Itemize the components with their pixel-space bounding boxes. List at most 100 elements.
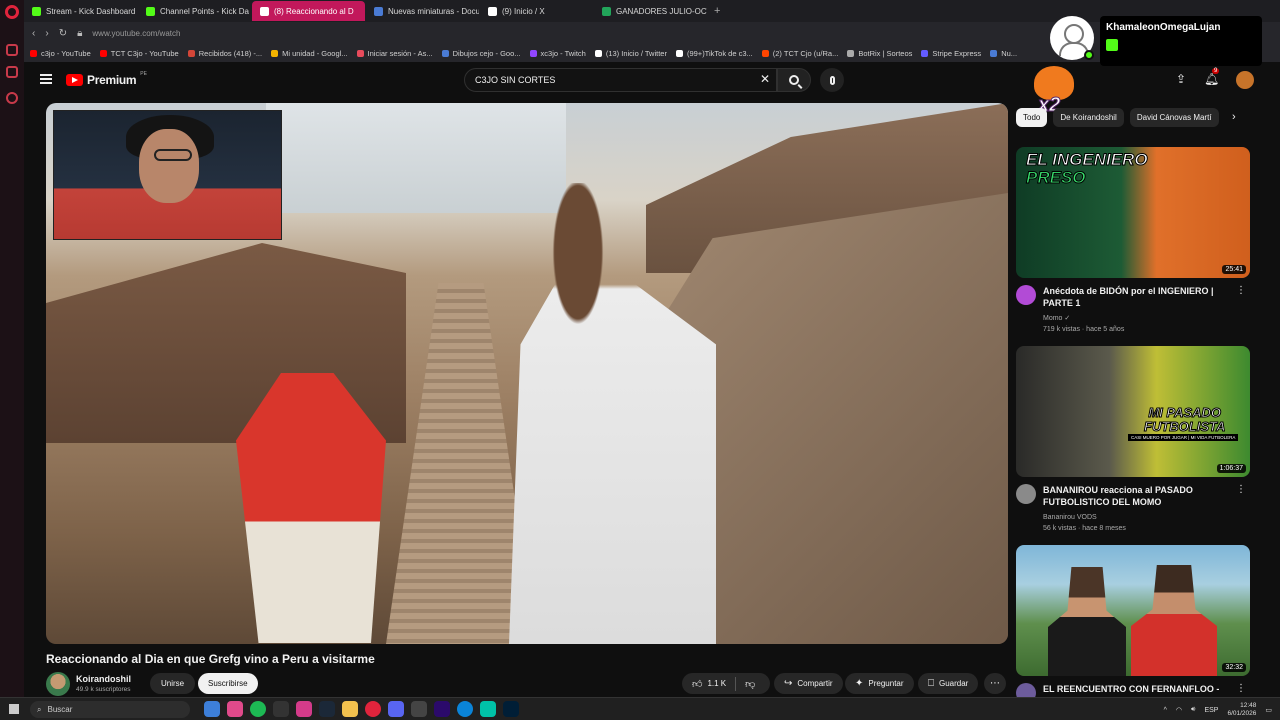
- thumbs-up-icon[interactable]: 👍︎: [692, 678, 702, 690]
- folder-icon[interactable]: [342, 701, 358, 717]
- back-icon[interactable]: ‹: [32, 28, 35, 39]
- upload-icon[interactable]: ⇪: [1176, 72, 1186, 86]
- subscribe-button[interactable]: Suscribirse: [198, 673, 258, 694]
- thumbs-down-icon[interactable]: 👎︎: [745, 678, 755, 690]
- photoshop-icon[interactable]: [503, 701, 519, 717]
- bookmark-item[interactable]: Stripe Express: [921, 49, 981, 58]
- bookmark-item[interactable]: (13) Inicio / Twitter: [594, 49, 667, 58]
- tab-channel-points[interactable]: Channel Points - Kick Da: [138, 1, 251, 21]
- new-tab-button[interactable]: +: [708, 5, 726, 17]
- channel-avatar[interactable]: [1016, 484, 1036, 504]
- tab-google-docs[interactable]: Nuevas miniaturas - Docu: [366, 1, 479, 21]
- clear-search-icon[interactable]: ✕: [760, 72, 770, 86]
- bookmark-item[interactable]: xc3jo - Twitch: [529, 49, 586, 58]
- bookmark-item[interactable]: BotRix | Sorteos: [847, 49, 912, 58]
- youtube-logo[interactable]: Premium PE: [66, 71, 147, 87]
- bookmark-item[interactable]: Recibidos (418) -...: [187, 49, 262, 58]
- video-thumbnail[interactable]: EL INGENIERO PRESO 25:41: [1016, 147, 1250, 278]
- search-button[interactable]: [777, 68, 811, 92]
- recommendation-title[interactable]: Anécdota de BIDÓN por el INGENIERO | PAR…: [1043, 285, 1228, 309]
- recommendation-item[interactable]: EL INGENIERO PRESO 25:41 Anécdota de BIDÓ…: [1016, 147, 1250, 335]
- kick-icon: [32, 6, 41, 16]
- spotify-icon[interactable]: [250, 701, 266, 717]
- tab-kick-dashboard[interactable]: Stream - Kick Dashboard: [24, 1, 137, 21]
- menu-icon[interactable]: [40, 74, 52, 84]
- tab-youtube-video[interactable]: (8) Reaccionando al D: [252, 1, 365, 21]
- thumbnail-text: MI PASADO FUTBOLISTA: [1143, 405, 1226, 434]
- audio-playing-icon: [260, 6, 269, 16]
- url-field[interactable]: www.youtube.com/watch: [92, 29, 180, 38]
- voice-search-button[interactable]: [820, 68, 844, 92]
- app-icon[interactable]: [411, 701, 427, 717]
- bookmark-item[interactable]: Dibujos cejo - Goo...: [441, 49, 521, 58]
- more-options-icon[interactable]: ⋮: [1236, 484, 1246, 495]
- notification-icon[interactable]: ▭: [1265, 706, 1272, 714]
- forward-icon[interactable]: ›: [45, 28, 48, 39]
- bookmark-item[interactable]: (99+)TikTok de c3...: [675, 49, 753, 58]
- clock[interactable]: 12:48 6/01/2026: [1227, 702, 1256, 718]
- whatsapp-icon[interactable]: [6, 92, 18, 104]
- save-button[interactable]: ⎕ Guardar: [918, 673, 979, 694]
- docs-icon: [374, 6, 383, 16]
- channel-avatar[interactable]: [1016, 285, 1036, 305]
- recommendation-item[interactable]: MI PASADO FUTBOLISTA CASI MUERO POR JUGAR…: [1016, 346, 1250, 534]
- opera-logo-icon[interactable]: [5, 5, 19, 19]
- chevron-right-icon[interactable]: ›: [1232, 111, 1236, 123]
- share-button[interactable]: ↪ Compartir: [774, 673, 843, 694]
- bookmark-item[interactable]: (2) TCT Cjo (u/Ra...: [761, 49, 838, 58]
- ask-button[interactable]: ✦ Preguntar: [845, 673, 914, 694]
- recommendation-meta: 719 k vistas · hace 5 años: [1043, 326, 1125, 333]
- taskbar-search[interactable]: ⌕ Buscar: [30, 701, 190, 718]
- discord-icon[interactable]: [388, 701, 404, 717]
- chip-channel[interactable]: De Koirandoshil: [1053, 108, 1124, 127]
- edge-icon[interactable]: [457, 701, 473, 717]
- bookmark-item[interactable]: TCT C3jo - YouTube: [99, 49, 179, 58]
- chip-related[interactable]: David Cánovas Martí: [1129, 108, 1219, 127]
- recommendation-channel[interactable]: Bananirou VODS: [1043, 514, 1097, 521]
- reload-icon[interactable]: ↻: [59, 28, 67, 39]
- bookmark-item[interactable]: c3jo - YouTube: [30, 49, 91, 58]
- app-icon[interactable]: [204, 701, 220, 717]
- video-scene-person-red: [236, 373, 386, 643]
- recommendation-title[interactable]: EL REENCUENTRO CON FERNANFLOO -: [1043, 683, 1228, 695]
- windows-start-icon[interactable]: [9, 704, 19, 714]
- wifi-icon[interactable]: ◠: [1176, 706, 1182, 714]
- app-icon[interactable]: [227, 701, 243, 717]
- app-icon[interactable]: [296, 701, 312, 717]
- aria-icon[interactable]: [6, 44, 18, 56]
- channel-name[interactable]: Koirandoshil: [76, 674, 131, 684]
- recommendation-title[interactable]: BANANIROU reacciona al PASADO FUTBOLISTI…: [1043, 484, 1228, 508]
- channel-avatar[interactable]: [46, 672, 70, 696]
- bookmark-favicon-icon: [990, 49, 998, 57]
- recommendation-channel[interactable]: Momo: [1043, 315, 1062, 322]
- more-actions-button[interactable]: ⋯: [984, 673, 1006, 694]
- bookmark-favicon-icon: [761, 49, 769, 57]
- chevron-up-icon[interactable]: ^: [1164, 707, 1167, 714]
- tab-sheets[interactable]: GANADORES JULIO-OCT: [594, 1, 707, 21]
- join-button[interactable]: Unirse: [150, 673, 196, 694]
- bookmark-item[interactable]: Iniciar sesión - As...: [356, 49, 433, 58]
- capcut-icon[interactable]: [480, 701, 496, 717]
- video-thumbnail[interactable]: 32:32: [1016, 545, 1250, 676]
- more-options-icon[interactable]: ⋮: [1236, 683, 1246, 694]
- video-thumbnail[interactable]: MI PASADO FUTBOLISTA CASI MUERO POR JUGAR…: [1016, 346, 1250, 477]
- search-input[interactable]: C3JO SIN CORTES: [464, 68, 777, 92]
- tab-x-home[interactable]: (9) Inicio / X: [480, 1, 593, 21]
- like-count[interactable]: 1.1 K: [707, 679, 726, 688]
- chip-all[interactable]: Todo: [1016, 108, 1048, 127]
- epic-icon[interactable]: [273, 701, 289, 717]
- opera-icon[interactable]: [365, 701, 381, 717]
- bookmark-item[interactable]: Mi unidad - Googl...: [271, 49, 348, 58]
- account-avatar[interactable]: [1236, 71, 1254, 89]
- volume-icon[interactable]: 🔊︎: [1191, 706, 1195, 714]
- recommendation-item[interactable]: 32:32 EL REENCUENTRO CON FERNANFLOO - ⋮: [1016, 545, 1250, 703]
- premiere-icon[interactable]: [434, 701, 450, 717]
- more-options-icon[interactable]: ⋮: [1236, 285, 1246, 296]
- bell-icon[interactable]: 🔔︎: [1204, 72, 1219, 86]
- sparkle-icon: ✦: [855, 678, 864, 689]
- bookmark-item[interactable]: Nu...: [990, 49, 1017, 58]
- language-indicator[interactable]: ESP: [1204, 707, 1218, 714]
- taskbar: ⌕ Buscar ^ ◠ 🔊︎ ESP 12:48 6/01/2026 ▭: [0, 697, 1280, 720]
- steam-icon[interactable]: [319, 701, 335, 717]
- messenger-icon[interactable]: [6, 66, 18, 78]
